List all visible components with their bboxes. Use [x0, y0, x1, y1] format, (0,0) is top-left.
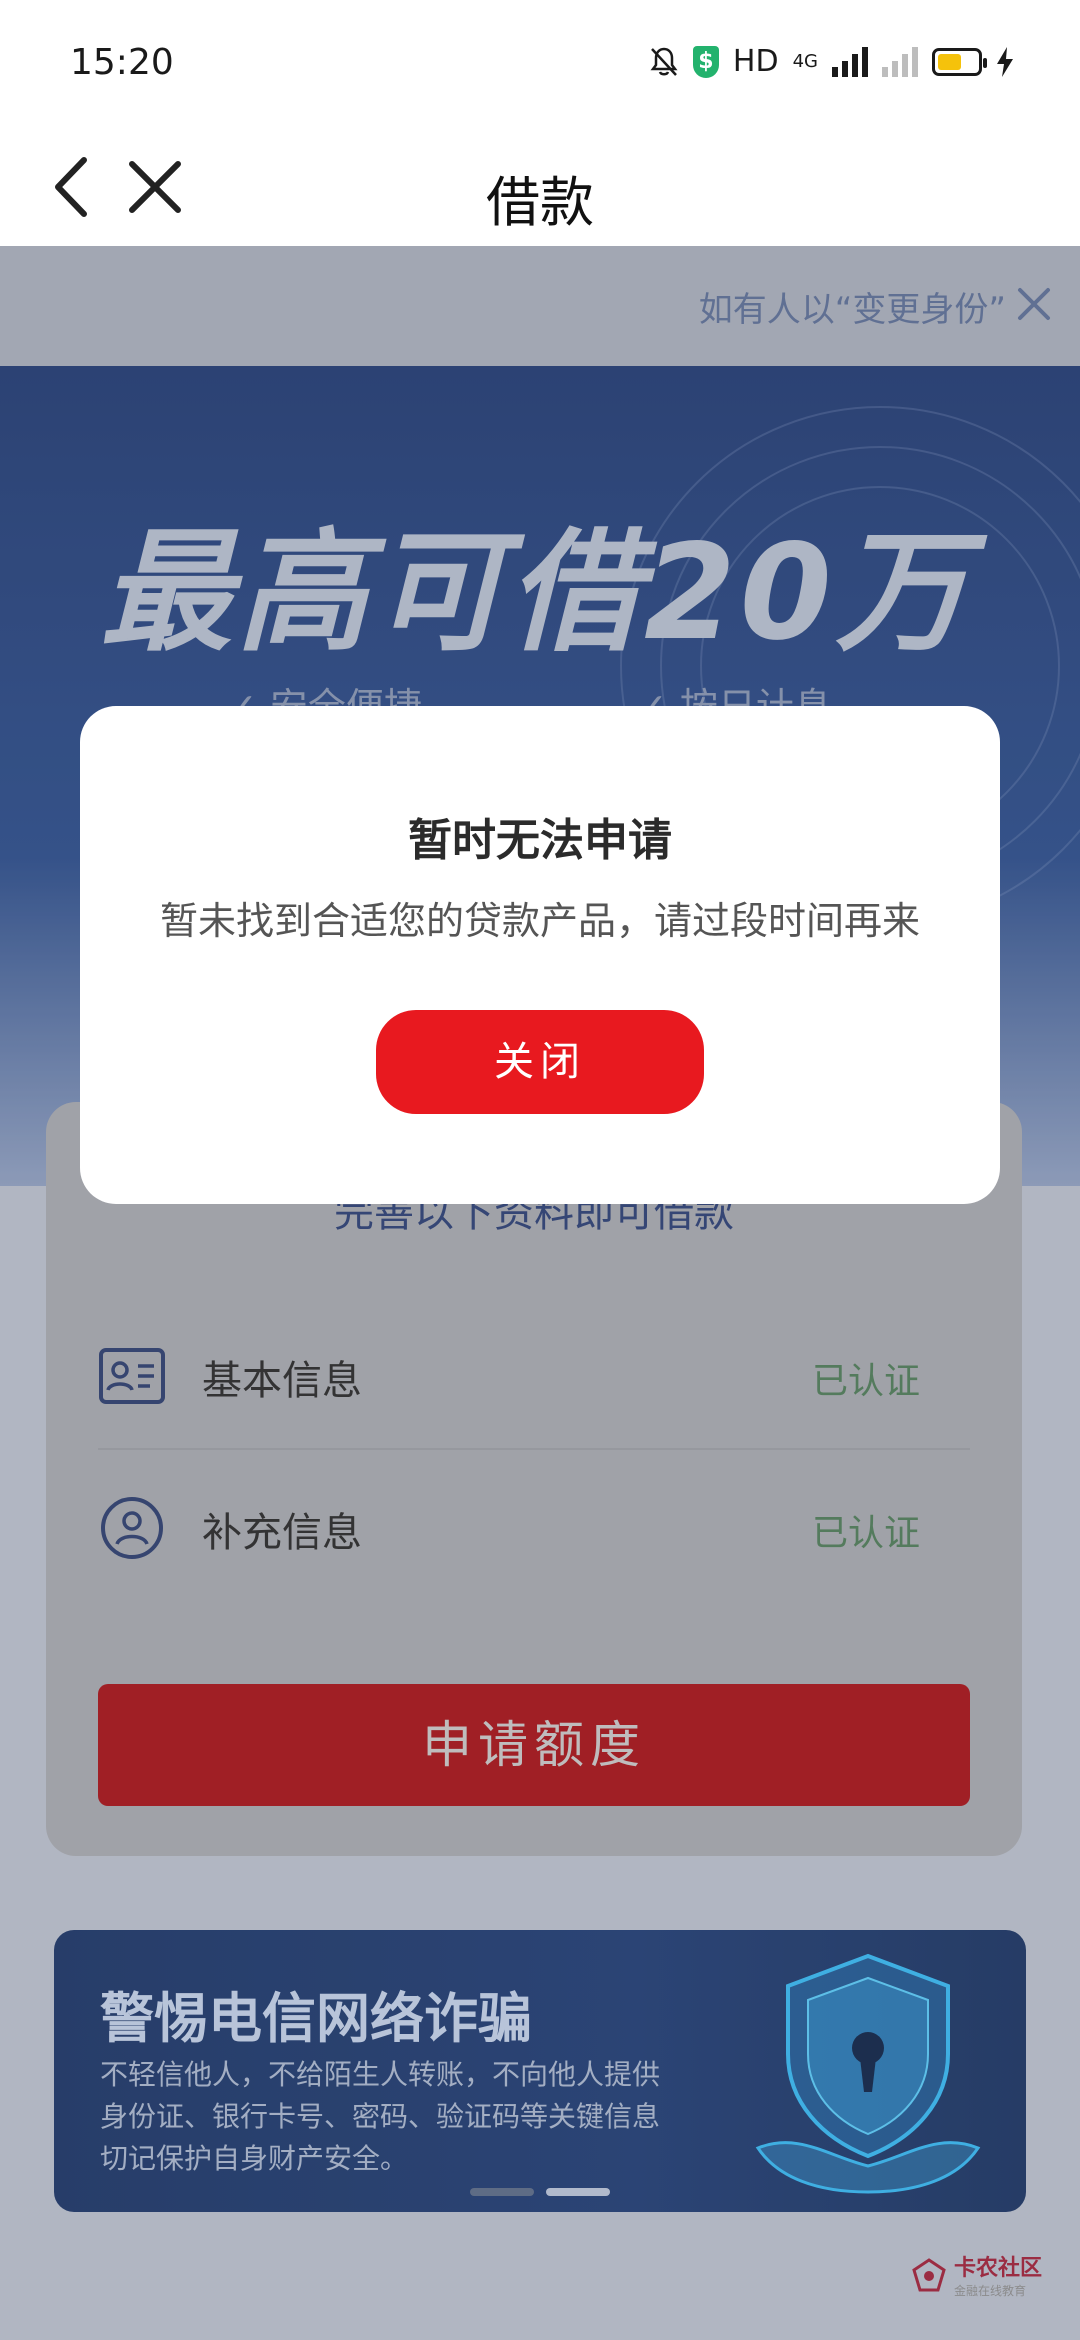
status-time: 15:20 [70, 42, 174, 83]
status-bar: 15:20 $ HD 4G [0, 0, 1080, 130]
charging-icon [997, 46, 1013, 77]
page-title: 借款 [486, 171, 594, 234]
shield-icon: $ [692, 45, 719, 78]
mute-bell-icon [650, 47, 678, 76]
signal-icon [832, 46, 868, 77]
close-button[interactable]: 关闭 [376, 1010, 704, 1114]
signal-label: 4G [792, 51, 818, 72]
dialog-message: 暂未找到合适您的贷款产品，请过段时间再来 [159, 899, 920, 943]
nav-bar: 借款 [0, 130, 1080, 246]
modal-backdrop [0, 246, 1080, 2340]
signal-empty-icon [882, 46, 918, 77]
network-label: HD [732, 44, 779, 79]
status-icons: $ HD 4G [649, 44, 1014, 79]
battery-icon [932, 47, 987, 76]
dialog-title: 暂时无法申请 [408, 815, 672, 866]
unable-to-apply-dialog: 暂时无法申请 暂未找到合适您的贷款产品，请过段时间再来 关闭 [80, 706, 1000, 1204]
